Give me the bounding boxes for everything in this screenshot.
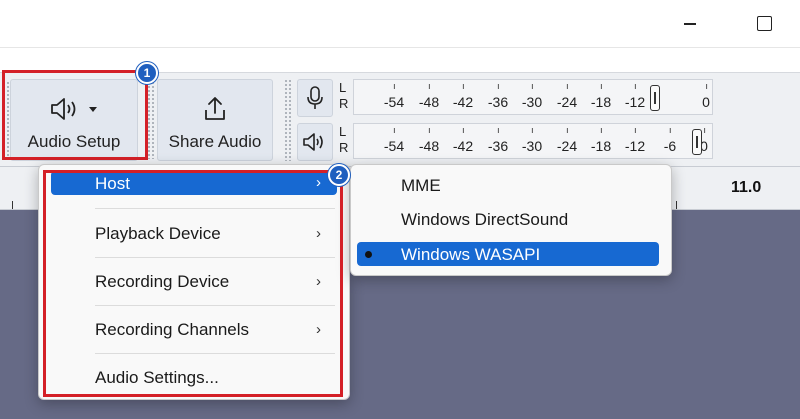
step-badge-1: 1 xyxy=(136,62,158,84)
share-audio-button[interactable]: Share Audio xyxy=(157,79,273,161)
bullet-icon xyxy=(365,251,372,258)
meter-tick-label: -24 xyxy=(556,84,578,110)
submenu-item-windows-wasapi[interactable]: Windows WASAPI xyxy=(357,242,659,266)
meter-tick-label: -6 xyxy=(663,128,677,154)
recording-meter-button[interactable] xyxy=(297,79,333,117)
submenu-item-label: Windows WASAPI xyxy=(401,245,541,264)
playback-level-meter[interactable]: -54 -48 -42 -36 -30 -24 -18 -12 -6 0 xyxy=(353,123,713,159)
meter-tick-label: -54 xyxy=(383,128,405,154)
submenu-item-mme[interactable]: MME xyxy=(357,173,659,197)
playback-meter-button[interactable] xyxy=(297,123,333,161)
menu-highlight xyxy=(43,170,343,397)
submenu-item-label: MME xyxy=(401,176,441,195)
channel-left-label: L xyxy=(339,80,347,95)
minimize-button[interactable] xyxy=(678,12,702,34)
meter-tick-label: -54 xyxy=(383,84,405,110)
title-bar xyxy=(0,0,800,48)
speaker-icon xyxy=(303,133,323,151)
toolbar-grip-handle[interactable] xyxy=(147,81,155,159)
channel-right-label: R xyxy=(339,140,349,155)
submenu-item-label: Windows DirectSound xyxy=(401,210,569,229)
meter-tick-label: -36 xyxy=(487,84,509,110)
meter-tick-label: 0 xyxy=(702,84,710,110)
share-icon xyxy=(205,97,225,120)
meter-tick-label: -12 xyxy=(624,128,646,154)
meter-tick-label: -48 xyxy=(418,84,440,110)
meter-tick-label: -36 xyxy=(487,128,509,154)
meter-tick-label: -24 xyxy=(556,128,578,154)
meter-tick-label: -42 xyxy=(452,128,474,154)
channel-left-label: L xyxy=(339,124,347,139)
toolbar-grip-handle[interactable] xyxy=(284,79,292,161)
host-submenu: MME Windows DirectSound Windows WASAPI xyxy=(350,164,672,276)
channel-right-label: R xyxy=(339,96,349,111)
audio-setup-highlight xyxy=(2,70,148,160)
recording-level-meter[interactable]: -54 -48 -42 -36 -30 -24 -18 -12 0 xyxy=(353,79,713,115)
meter-tick-label: -30 xyxy=(521,84,543,110)
step-badge-2: 2 xyxy=(328,164,350,186)
ruler-tick xyxy=(12,201,13,209)
maximize-button[interactable] xyxy=(752,12,776,34)
playback-peak-indicator xyxy=(692,129,702,155)
meter-tick-label: -42 xyxy=(452,84,474,110)
meter-tick-label: -18 xyxy=(590,84,612,110)
recording-peak-indicator xyxy=(650,85,660,111)
meter-tick-label: -48 xyxy=(418,128,440,154)
ruler-label: 11.0 xyxy=(731,179,762,196)
ruler-tick xyxy=(676,201,677,209)
meter-tick-label: -18 xyxy=(590,128,612,154)
meter-toolbar: L R -54 -48 -42 -36 -30 -24 -18 -12 0 L R -54 -48… xyxy=(281,73,800,167)
share-audio-label: Share Audio xyxy=(168,132,262,151)
submenu-item-windows-directsound[interactable]: Windows DirectSound xyxy=(357,207,659,231)
microphone-icon xyxy=(307,86,323,109)
meter-tick-label: -30 xyxy=(521,128,543,154)
toolbar: Audio Setup Share Audio L R -54 -48 -42 -36… xyxy=(0,62,800,167)
meter-tick-label: -12 xyxy=(624,84,646,110)
